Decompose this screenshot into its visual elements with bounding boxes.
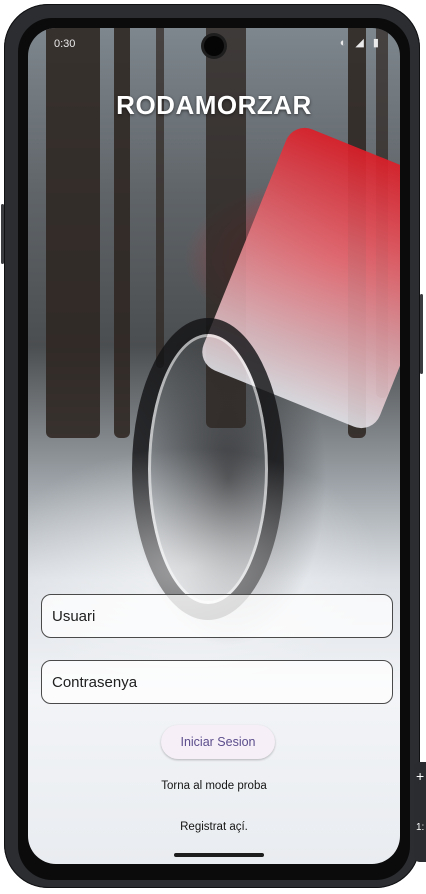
camera-cutout — [204, 36, 224, 56]
password-field[interactable] — [41, 660, 400, 704]
volume-button — [1, 204, 4, 264]
status-time: 0:30 — [54, 38, 76, 50]
status-icons: ◐ ◢ ▮ — [339, 37, 382, 49]
app-title: RODAMORZAR — [116, 90, 312, 120]
username-field[interactable] — [41, 594, 400, 638]
password-input[interactable] — [42, 661, 400, 703]
emulator-side-toolbar: + 1: — [414, 762, 426, 862]
home-indicator[interactable] — [174, 853, 264, 857]
app-screen: 0:30 ◐ ◢ ▮ RODAMORZAR Iniciar Sesion Tor… — [28, 28, 400, 864]
test-mode-link[interactable]: Torna al mode proba — [28, 780, 400, 792]
phone-bezel: 0:30 ◐ ◢ ▮ RODAMORZAR Iniciar Sesion Tor… — [18, 18, 410, 880]
login-button[interactable]: Iniciar Sesion — [161, 725, 275, 759]
power-button — [420, 294, 423, 374]
phone-frame: 0:30 ◐ ◢ ▮ RODAMORZAR Iniciar Sesion Tor… — [1, 4, 423, 888]
side-toolbar-label: 1: — [416, 822, 425, 833]
plus-icon[interactable]: + — [416, 768, 424, 784]
username-input[interactable] — [42, 595, 400, 637]
register-link[interactable]: Registrat açí. — [28, 821, 400, 833]
